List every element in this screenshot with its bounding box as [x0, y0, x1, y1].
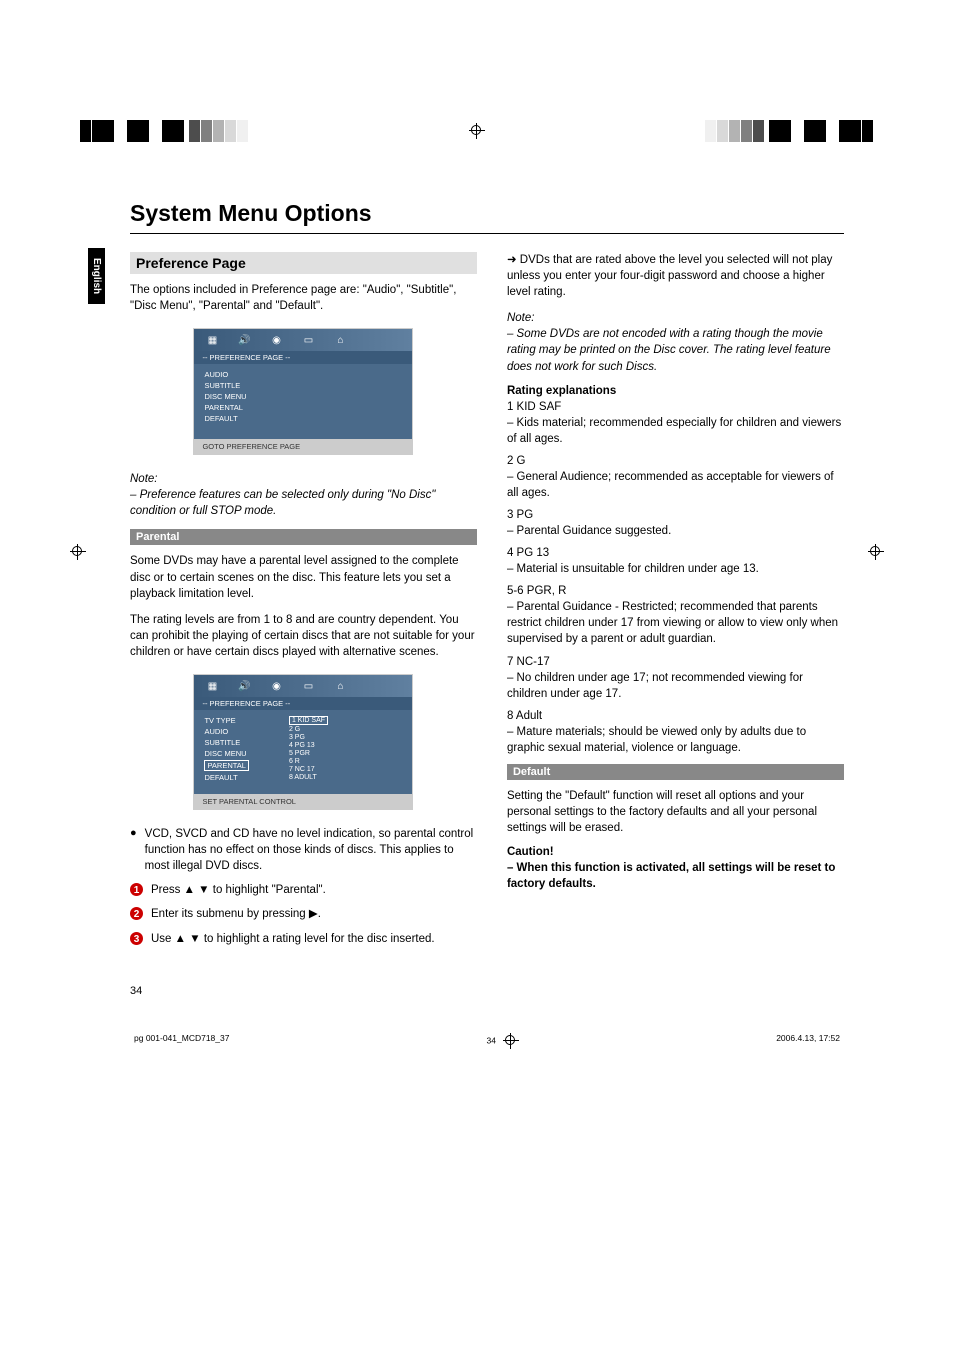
rating-desc: – Material is unsuitable for children un…: [507, 561, 844, 577]
rating-label: 2 G: [507, 455, 844, 467]
menu-icon-audio: 🔊: [236, 334, 252, 346]
rating-desc: – Parental Guidance - Restricted; recomm…: [507, 599, 844, 647]
step-3-icon: 3: [130, 932, 143, 945]
svg-text:3: 3: [134, 934, 140, 945]
menu-item: SUBTITLE: [204, 381, 246, 390]
submenu-item: 3 PG: [289, 734, 328, 741]
ratings-heading: Rating explanations: [507, 385, 844, 397]
menu-icon-video: ◉: [268, 334, 284, 346]
caution-heading: Caution!: [507, 846, 844, 858]
menu-item: SUBTITLE: [204, 738, 248, 747]
footer: pg 001-041_MCD718_37 34 2006.4.13, 17:52: [130, 1033, 844, 1049]
registration-marks-top: [0, 120, 954, 142]
parental-para1: Some DVDs may have a parental level assi…: [130, 553, 477, 601]
menu-item: DISC MENU: [204, 392, 246, 401]
submenu-item: 5 PGR: [289, 750, 328, 757]
screenshot-preference-page: ▦ 🔊 ◉ ▭ ⌂ -- PREFERENCE PAGE -- AUDIO SU…: [193, 328, 413, 455]
submenu-item: 8 ADULT: [289, 774, 328, 781]
parental-para2: The rating levels are from 1 to 8 and ar…: [130, 612, 477, 660]
caution-text: – When this function is activated, all s…: [507, 860, 844, 892]
step-2-text: Enter its submenu by pressing ▶.: [151, 906, 321, 922]
submenu-item: 6 R: [289, 758, 328, 765]
step-1-icon: 1: [130, 883, 143, 896]
default-text: Setting the "Default" function will rese…: [507, 788, 844, 836]
rating-desc: – No children under age 17; not recommen…: [507, 670, 844, 702]
footer-center: 34: [487, 1033, 520, 1049]
step-1-text: Press ▲ ▼ to highlight "Parental".: [151, 882, 326, 898]
subbar-parental: Parental: [130, 529, 477, 545]
menu-icon-dolby: ▭: [300, 334, 316, 346]
rating-desc: – Kids material; recommended especially …: [507, 415, 844, 447]
svg-text:1: 1: [134, 885, 140, 896]
menu-icon-general: ▦: [204, 334, 220, 346]
note-2: Note: – Some DVDs are not encoded with a…: [507, 310, 844, 374]
footer-right: 2006.4.13, 17:52: [776, 1033, 840, 1049]
menu-icon-general: ▦: [204, 680, 220, 692]
arrow-note: ➜ DVDs that are rated above the level yo…: [507, 252, 844, 300]
menu-icon-video: ◉: [268, 680, 284, 692]
menu-icon-preference: ⌂: [332, 680, 348, 692]
menu-item: DEFAULT: [204, 414, 246, 423]
page-number: 34: [130, 985, 844, 997]
note-1: Note: – Preference features can be selec…: [130, 471, 477, 519]
submenu-item-selected: 1 KID SAF: [289, 716, 328, 725]
note-label: Note:: [130, 473, 158, 485]
screenshot-parental: ▦ 🔊 ◉ ▭ ⌂ -- PREFERENCE PAGE -- TV TYPE …: [193, 674, 413, 810]
rating-label: 4 PG 13: [507, 547, 844, 559]
subbar-default: Default: [507, 764, 844, 780]
menu-icon-audio: 🔊: [236, 680, 252, 692]
step-2-icon: 2: [130, 907, 143, 920]
crosshair-top: [469, 123, 485, 139]
section-title: Preference Page: [136, 255, 471, 271]
rating-label: 5-6 PGR, R: [507, 585, 844, 597]
menu-icon-preference: ⌂: [332, 334, 348, 346]
rating-label: 7 NC-17: [507, 656, 844, 668]
rating-label: 1 KID SAF: [507, 401, 844, 413]
title-underline: [130, 233, 844, 234]
screenshot1-subtitle: -- PREFERENCE PAGE --: [194, 351, 412, 364]
rating-desc: – General Audience; recommended as accep…: [507, 469, 844, 501]
crosshair-mid-right: [868, 544, 884, 560]
rating-label: 8 Adult: [507, 710, 844, 722]
bullet-text-vcd: VCD, SVCD and CD have no level indicatio…: [145, 826, 477, 874]
submenu-item: 7 NC 17: [289, 766, 328, 773]
rating-label: 3 PG: [507, 509, 844, 521]
menu-item: AUDIO: [204, 370, 246, 379]
bullet-icon: ●: [130, 826, 137, 874]
menu-icon-dolby: ▭: [300, 680, 316, 692]
language-tab: English: [88, 248, 105, 304]
page-title: System Menu Options: [130, 200, 844, 227]
step-3-text: Use ▲ ▼ to highlight a rating level for …: [151, 931, 435, 947]
note-body: – Some DVDs are not encoded with a ratin…: [507, 328, 831, 372]
note-label: Note:: [507, 312, 535, 324]
menu-item: TV TYPE: [204, 716, 248, 725]
reg-block-left: [80, 120, 249, 142]
note-body: – Preference features can be selected on…: [130, 489, 435, 517]
submenu-item: 4 PG 13: [289, 742, 328, 749]
crosshair-mid-left: [70, 544, 86, 560]
menu-item-selected: PARENTAL: [204, 760, 248, 771]
menu-item: DEFAULT: [204, 773, 248, 782]
screenshot1-footer: GOTO PREFERENCE PAGE: [194, 439, 412, 454]
intro-text: The options included in Preference page …: [130, 282, 477, 314]
menu-item: PARENTAL: [204, 403, 246, 412]
submenu-item: 2 G: [289, 726, 328, 733]
reg-block-right: [705, 120, 874, 142]
menu-item: DISC MENU: [204, 749, 248, 758]
screenshot2-subtitle: -- PREFERENCE PAGE --: [194, 697, 412, 710]
rating-desc: – Mature materials; should be viewed onl…: [507, 724, 844, 756]
footer-left: pg 001-041_MCD718_37: [134, 1033, 229, 1049]
menu-item: AUDIO: [204, 727, 248, 736]
rating-desc: – Parental Guidance suggested.: [507, 523, 844, 539]
svg-text:2: 2: [134, 909, 140, 920]
screenshot2-footer: SET PARENTAL CONTROL: [194, 794, 412, 809]
section-bar-preference: Preference Page: [130, 252, 477, 274]
